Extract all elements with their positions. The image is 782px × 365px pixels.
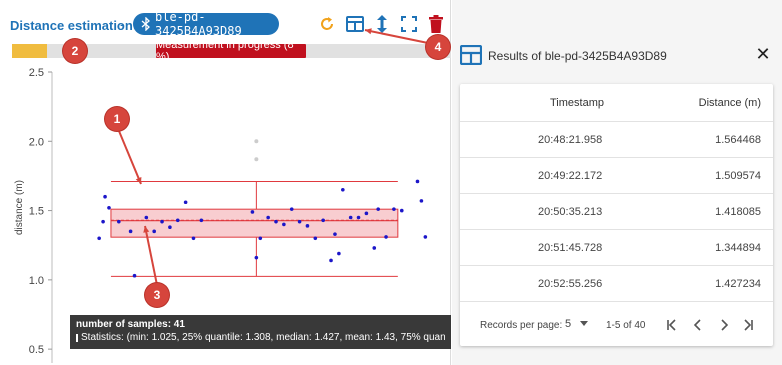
data-point: [282, 222, 286, 227]
data-point: [333, 232, 337, 236]
cell-distance: 1.509574: [715, 170, 761, 182]
data-point: [337, 251, 341, 256]
callout-1-arrow: [118, 130, 142, 185]
y-tick-label: 0.5: [29, 344, 44, 356]
previous-page-icon[interactable]: [690, 316, 706, 334]
data-point: [266, 215, 270, 220]
data-point: [132, 273, 137, 278]
y-axis-label: distance (m): [14, 180, 25, 235]
tooltip-swatch: [76, 334, 78, 342]
data-point: [175, 218, 180, 223]
data-point: [419, 199, 424, 203]
data-point: [274, 219, 278, 224]
first-page-icon[interactable]: [664, 316, 680, 334]
data-point: [183, 200, 188, 205]
tooltip-samples: number of samples: 41: [76, 319, 185, 330]
callout-4: 4: [426, 35, 450, 59]
data-point: [399, 208, 404, 213]
data-point: [356, 215, 361, 220]
cell-timestamp: 20:48:21.958: [538, 134, 603, 146]
data-point: [415, 179, 420, 184]
table-row[interactable]: 20:51:45.728 1.344894: [460, 230, 773, 266]
table-row[interactable]: 20:49:22.172 1.509574: [460, 158, 773, 194]
page-range: 1-5 of 40: [606, 320, 646, 331]
outlier-point: [254, 139, 259, 144]
table-header: Timestamp Distance (m): [460, 84, 773, 122]
y-tick-label: 1.5: [29, 206, 44, 218]
data-point: [423, 235, 428, 239]
table-icon: [460, 45, 482, 65]
data-point: [329, 258, 333, 263]
column-header-distance[interactable]: Distance (m): [699, 97, 761, 109]
cell-distance: 1.564468: [715, 134, 761, 146]
tooltip-stats-line: Statistics: (min: 1.025, 25% quantile: 1…: [76, 331, 445, 345]
results-title: Results of ble-pd-3425B4A93D89: [488, 49, 667, 63]
chevron-down-icon[interactable]: [580, 321, 588, 326]
cell-timestamp: 20:50:35.213: [538, 206, 603, 218]
cell-timestamp: 20:52:55.256: [538, 278, 603, 290]
y-tick-label: 1.0: [29, 275, 44, 287]
records-per-page-label: Records per page:: [480, 320, 563, 331]
chart-tooltip: number of samples: 41 Statistics: (min: …: [70, 315, 451, 349]
data-point: [250, 210, 255, 214]
data-point: [101, 219, 105, 224]
close-icon[interactable]: ✕: [754, 45, 772, 63]
data-point: [103, 194, 107, 199]
data-point: [117, 219, 121, 224]
data-point: [305, 224, 310, 228]
callout-3: 3: [145, 283, 169, 307]
data-point: [289, 207, 294, 211]
next-page-icon[interactable]: [716, 316, 732, 334]
last-page-icon[interactable]: [740, 316, 756, 334]
records-per-page-select[interactable]: 5: [565, 318, 571, 330]
callout-2: 2: [63, 39, 87, 63]
data-point: [384, 235, 388, 239]
cell-distance: 1.418085: [715, 206, 761, 218]
column-header-timestamp[interactable]: Timestamp: [550, 97, 604, 109]
data-point: [107, 206, 111, 210]
table-row[interactable]: 20:52:55.256 1.427234: [460, 266, 773, 302]
data-point: [348, 215, 353, 220]
table-pagination: Records per page: 5 1-5 of 40: [460, 306, 773, 346]
data-point: [254, 255, 259, 260]
data-point: [297, 219, 302, 224]
callout-4-arrow-head: [365, 28, 372, 35]
tooltip-stats: Statistics: (min: 1.025, 25% quantile: 1…: [81, 332, 445, 343]
data-point: [199, 218, 204, 223]
data-point: [313, 236, 318, 241]
data-point: [152, 229, 156, 234]
data-point: [144, 215, 149, 220]
data-point: [341, 187, 345, 192]
data-point: [160, 219, 164, 224]
cell-timestamp: 20:51:45.728: [538, 242, 603, 254]
y-tick-label: 2.0: [29, 136, 44, 148]
results-header: Results of ble-pd-3425B4A93D89 ✕: [452, 36, 782, 76]
data-point: [191, 236, 196, 241]
results-table: Timestamp Distance (m) 20:48:21.958 1.56…: [460, 84, 773, 346]
data-point: [321, 218, 325, 223]
data-point: [258, 236, 263, 241]
data-point: [168, 225, 172, 229]
cell-timestamp: 20:49:22.172: [538, 170, 603, 182]
data-point: [372, 246, 377, 250]
table-row[interactable]: 20:48:21.958 1.564468: [460, 122, 773, 158]
data-point: [376, 207, 380, 211]
results-panel: Results of ble-pd-3425B4A93D89 ✕ Timesta…: [452, 0, 782, 365]
outlier-point: [254, 157, 259, 162]
cell-distance: 1.344894: [715, 242, 761, 254]
data-point: [97, 236, 101, 241]
cell-distance: 1.427234: [715, 278, 761, 290]
app-root: Distance estimation - ble-pd-3425B4A93D8…: [0, 0, 782, 365]
data-point: [128, 229, 133, 234]
data-point: [364, 211, 369, 216]
callout-4-arrow: [364, 29, 429, 44]
data-point: [392, 207, 396, 211]
y-tick-label: 2.5: [29, 67, 44, 79]
distance-panel: Distance estimation - ble-pd-3425B4A93D8…: [0, 0, 451, 365]
table-row[interactable]: 20:50:35.213 1.418085: [460, 194, 773, 230]
callout-1: 1: [105, 107, 129, 131]
